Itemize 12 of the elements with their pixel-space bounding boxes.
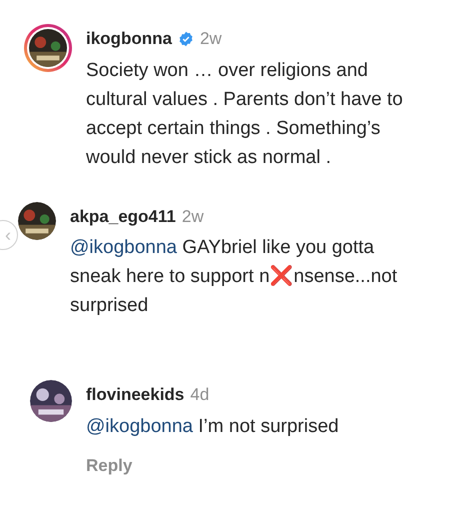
timestamp: 2w [200,28,222,50]
mention-link[interactable]: @ikogbonna [86,416,193,436]
username[interactable]: akpa_ego411 [70,204,176,229]
timestamp: 4d [190,384,210,406]
comment-text: @ikogbonna I’m not surprised [86,414,340,438]
username[interactable]: flovineekids [86,382,184,408]
story-ring[interactable] [24,24,72,72]
comment-text: @ikogbonna GAYbriel like you gotta sneak here to support n❌nsense...not surprised [70,236,398,318]
mention-link[interactable]: @ikogbonna [70,237,177,258]
timestamp: 2w [182,206,204,228]
comment-text: Society won … over religions and cultural values . Parents don’t have to accept certain things . Something’s would never stick as normal . [86,58,404,170]
username[interactable]: ikogbonna [86,26,172,52]
